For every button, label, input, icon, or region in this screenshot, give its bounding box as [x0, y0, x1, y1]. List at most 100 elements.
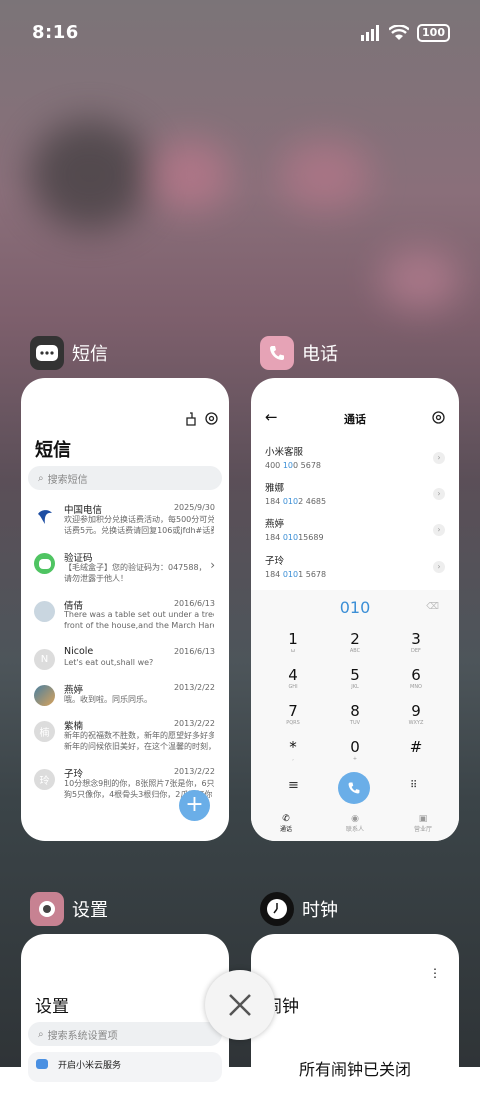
number-part: 15689 — [298, 533, 324, 542]
phone-app-header[interactable]: 电话 — [260, 336, 338, 370]
phone-icon — [348, 782, 360, 794]
dial-key-letters: ω — [290, 648, 296, 654]
sms-search-placeholder: 搜索短信 — [47, 474, 88, 486]
dial-key[interactable]: 6 MNO — [386, 666, 446, 690]
dial-key[interactable]: 1ω — [263, 630, 323, 654]
wallpaper-blur — [380, 250, 460, 310]
number-part: 400 — [265, 461, 283, 470]
avatar: N — [34, 649, 55, 670]
dial-key-letters: + — [352, 756, 358, 762]
clock-app-header[interactable]: 时钟 — [260, 892, 338, 926]
tab-service-hall[interactable]: ▣ 营业厅 — [393, 814, 453, 833]
dial-key-digit: 7 — [288, 702, 298, 720]
contact-item[interactable]: 小米客服 400 100 5678 › — [265, 444, 445, 478]
settings-gear-icon[interactable] — [205, 412, 218, 425]
contact-number: 184 0102 4685 — [265, 497, 445, 506]
contact-name: 小米客服 — [265, 447, 304, 458]
backspace-icon[interactable]: ⌫ — [426, 602, 439, 612]
dial-key-digit: 1 — [288, 630, 298, 648]
battery-indicator: 100 — [417, 24, 450, 42]
person-icon: ◉ — [351, 814, 359, 824]
store-icon: ▣ — [418, 814, 428, 824]
contact-item[interactable]: 燕婷 184 01015689 › — [265, 516, 445, 550]
dial-key[interactable]: 0 + — [325, 738, 385, 762]
dial-key[interactable]: 9 WXYZ — [386, 702, 446, 726]
message-date: 2016/6/13 — [173, 599, 215, 608]
cloud-service-item[interactable]: 开启小米云服务 — [28, 1052, 222, 1082]
tab-calls[interactable]: ✆ 通话 — [256, 814, 316, 833]
dial-key-digit: 9 — [411, 702, 421, 720]
number-match: 010 — [282, 533, 299, 542]
call-button[interactable] — [338, 772, 370, 804]
message-preview: 话费5元。兑换话费请回复106或jfdh#话费... — [64, 526, 214, 535]
contact-name: 燕婷 — [265, 519, 285, 530]
dial-key[interactable]: 5 JKL — [325, 666, 385, 690]
tab-contacts[interactable]: ◉ 联系人 — [325, 814, 385, 833]
chevron-right-icon[interactable]: › — [433, 561, 445, 573]
clean-icon[interactable] — [185, 412, 197, 426]
alarms-empty-text: 所有闹钟已关闭 — [298, 1060, 411, 1079]
settings-app-name: 设置 — [72, 900, 108, 921]
chevron-right-icon[interactable]: › — [433, 524, 445, 536]
sms-app-card[interactable]: 短信 ⌕ 搜索短信 中国电信 2025/9/30 欢迎参加积分兑换话费活动，每5… — [21, 378, 229, 841]
message-date: 2013/2/22 — [173, 719, 215, 728]
dialpad-toggle-icon[interactable]: ⠿ — [410, 780, 417, 791]
search-icon: ⌕ — [38, 472, 44, 484]
dial-key-letters: WXYZ — [408, 720, 424, 726]
dial-key[interactable]: 4 GHI — [263, 666, 323, 690]
message-preview: Let's eat out,shall we? — [64, 658, 154, 667]
message-date: 2025/9/30 — [173, 503, 215, 512]
dial-key[interactable]: 3 DEF — [386, 630, 446, 654]
sms-app-header[interactable]: 短信 — [30, 336, 108, 370]
clock-app-name: 时钟 — [302, 900, 338, 921]
new-message-button[interactable]: + — [179, 790, 210, 821]
contact-number: 400 100 5678 — [265, 461, 445, 470]
message-item[interactable]: 验证码 【毛绒盒子】您的验证码为：047588， 请勿泄露于他人！ › — [21, 550, 229, 598]
dial-key[interactable]: 2 ABC — [325, 630, 385, 654]
dial-key-digit: 8 — [350, 702, 360, 720]
clock-app-icon — [260, 892, 294, 926]
number-match: 10 — [282, 461, 293, 470]
settings-title: 设置 — [35, 997, 69, 1017]
phone-app-card[interactable]: ← 通话 小米客服 400 100 5678 › 雅娜 184 0102 468… — [251, 378, 459, 841]
tab-label: 营业厅 — [413, 826, 432, 833]
message-item[interactable]: 倩倩 2016/6/13 There was a table set out u… — [21, 598, 229, 646]
status-time: 8:16 — [32, 22, 79, 43]
contact-item[interactable]: 雅娜 184 0102 4685 › — [265, 480, 445, 514]
cloud-icon — [36, 1059, 48, 1069]
message-item[interactable]: 中国电信 2025/9/30 欢迎参加积分兑换话费活动，每500分可兑换 话费5… — [21, 502, 229, 550]
cloud-service-label: 开启小米云服务 — [58, 1061, 122, 1071]
chevron-right-icon[interactable]: › — [433, 488, 445, 500]
settings-search-placeholder: 搜索系统设置项 — [47, 1030, 118, 1042]
message-item[interactable]: 楠 紫楠 2013/2/22 新年的祝福数不胜数，新年的愿望好多好多， 新年的问… — [21, 718, 229, 766]
message-preview: 新年的祝福数不胜数，新年的愿望好多好多， — [64, 731, 214, 740]
settings-gear-icon[interactable] — [432, 411, 445, 424]
dial-key-letters: PQRS — [286, 720, 300, 726]
sms-search-input[interactable]: ⌕ 搜索短信 — [28, 466, 222, 490]
avatar: 玲 — [34, 769, 55, 790]
wallpaper-blur — [280, 140, 370, 210]
dial-key[interactable]: 7 PQRS — [263, 702, 323, 726]
number-part: 184 — [265, 570, 283, 579]
clear-all-button[interactable] — [205, 970, 275, 1040]
dial-key[interactable]: *, — [263, 738, 323, 762]
message-date: 2013/2/22 — [173, 683, 215, 692]
more-options-icon[interactable]: ⋮ — [429, 966, 441, 980]
contact-item[interactable]: 子玲 184 0101 5678 › — [265, 553, 445, 587]
message-preview: 请勿泄露于他人！ — [64, 574, 128, 583]
dial-key[interactable]: 8 TUV — [325, 702, 385, 726]
settings-app-header[interactable]: 设置 — [30, 892, 108, 926]
settings-search-input[interactable]: ⌕ 搜索系统设置项 — [28, 1022, 222, 1046]
menu-icon[interactable]: ≡ — [288, 778, 299, 793]
dial-key-letters: GHI — [288, 684, 298, 690]
chat-bubble-icon — [34, 553, 55, 574]
dial-key[interactable]: # — [386, 738, 446, 756]
settings-app-card[interactable]: 设置 ⌕ 搜索系统设置项 开启小米云服务 — [21, 934, 229, 1094]
message-preview: 10分想念9則的你，8张照片7张是你，6只小 — [64, 779, 214, 788]
dial-key-digit: 5 — [350, 666, 360, 684]
chevron-right-icon[interactable]: › — [433, 452, 445, 464]
clock-app-card[interactable]: ⋮ 闹钟 所有闹钟已关闭 — [251, 934, 459, 1094]
avatar — [34, 685, 55, 706]
dial-key-digit: * — [289, 738, 297, 756]
phone-icon: ✆ — [282, 814, 290, 824]
